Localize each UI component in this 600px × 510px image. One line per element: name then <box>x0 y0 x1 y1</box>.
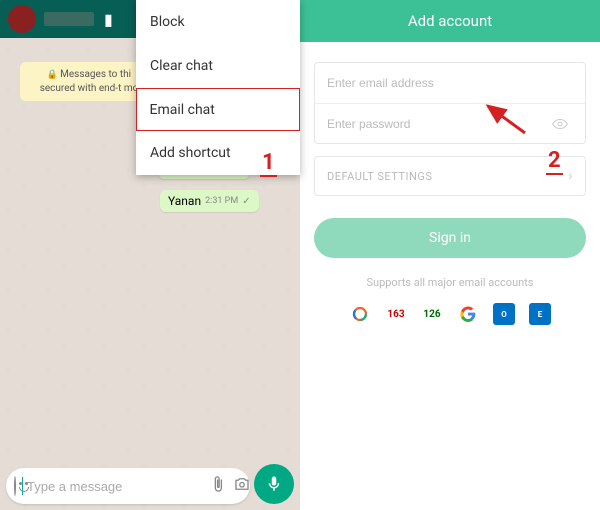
delivered-tick-icon: ✓ <box>242 196 250 207</box>
attachment-icon[interactable] <box>209 475 227 497</box>
chevron-right-icon: › <box>568 168 573 184</box>
add-account-header: Add account <box>300 0 600 42</box>
voice-message-button[interactable] <box>254 464 294 504</box>
settings-label: DEFAULT SETTINGS <box>327 170 432 183</box>
provider-icons-row: 163 126 O E <box>314 303 586 325</box>
provider-126-icon[interactable]: 126 <box>421 303 443 325</box>
chat-options-menu: Block Clear chat Email chat Add shortcut <box>136 0 300 175</box>
camera-icon[interactable] <box>233 475 251 497</box>
sign-in-button[interactable]: Sign in <box>314 218 586 258</box>
contact-avatar[interactable] <box>8 5 36 33</box>
whatsapp-chat-panel: ▮ 🔒Messages to thi secured with end-t mo… <box>0 0 300 510</box>
show-password-icon[interactable] <box>548 116 573 132</box>
message-bubble[interactable]: Yanan 2:31 PM ✓ <box>160 190 259 212</box>
message-input[interactable] <box>27 479 203 494</box>
message-text: Yanan <box>168 194 201 208</box>
support-text: Supports all major email accounts <box>314 276 586 289</box>
lock-icon: 🔒 <box>47 70 58 80</box>
provider-163-icon[interactable]: 163 <box>385 303 407 325</box>
annotation-2: 2 <box>546 148 563 175</box>
contact-name-placeholder <box>44 12 94 26</box>
email-row <box>315 63 585 103</box>
provider-exchange-icon[interactable]: E <box>529 303 551 325</box>
emoji-icon[interactable] <box>14 476 16 496</box>
message-time: 2:31 PM <box>205 196 238 206</box>
email-add-account-panel: Add account DEFAULT SETTINGS › Sign in S… <box>300 0 600 510</box>
message-input-bar <box>6 468 250 504</box>
credentials-group <box>314 62 586 144</box>
annotation-1: 1 <box>260 150 277 177</box>
menu-item-block[interactable]: Block <box>136 0 300 44</box>
annotation-arrow <box>480 98 530 138</box>
online-indicator: ▮ <box>104 10 113 29</box>
email-field[interactable] <box>327 76 573 90</box>
provider-qq-icon[interactable] <box>349 303 371 325</box>
menu-item-clear-chat[interactable]: Clear chat <box>136 44 300 88</box>
password-row <box>315 103 585 143</box>
text-cursor <box>22 477 23 495</box>
provider-google-icon[interactable] <box>457 303 479 325</box>
menu-item-email-chat[interactable]: Email chat <box>136 88 300 131</box>
provider-outlook-icon[interactable]: O <box>493 303 515 325</box>
